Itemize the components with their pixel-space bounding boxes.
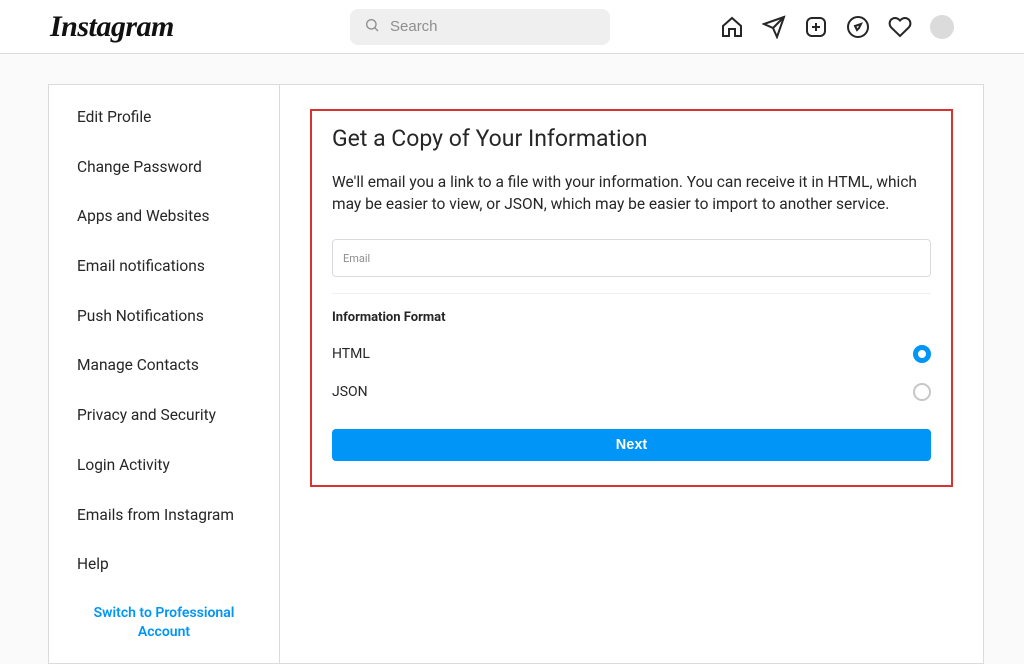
search-input[interactable]	[390, 18, 596, 35]
settings-page: Edit Profile Change Password Apps and We…	[0, 54, 1024, 664]
sidebar-item-edit-profile[interactable]: Edit Profile	[49, 93, 279, 143]
logo[interactable]: Instagram	[50, 10, 174, 44]
next-button[interactable]: Next	[332, 429, 931, 461]
search-icon	[364, 17, 380, 37]
settings-sidebar: Edit Profile Change Password Apps and We…	[48, 84, 280, 664]
sidebar-item-help[interactable]: Help	[49, 540, 279, 590]
top-nav: Instagram	[0, 0, 1024, 54]
settings-content: Get a Copy of Your Information We'll ema…	[280, 84, 984, 664]
format-section-label: Information Format	[332, 310, 931, 325]
sidebar-item-change-password[interactable]: Change Password	[49, 143, 279, 193]
format-option-html[interactable]: HTML	[332, 339, 931, 377]
email-field[interactable]: Email	[332, 239, 931, 277]
sidebar-item-emails-from-instagram[interactable]: Emails from Instagram	[49, 491, 279, 541]
radio-json[interactable]	[913, 383, 931, 401]
sidebar-item-login-activity[interactable]: Login Activity	[49, 441, 279, 491]
radio-html[interactable]	[913, 345, 931, 363]
sidebar-item-privacy-security[interactable]: Privacy and Security	[49, 391, 279, 441]
avatar[interactable]	[930, 15, 954, 39]
search-box[interactable]	[350, 9, 610, 45]
format-option-html-label: HTML	[332, 346, 370, 362]
new-post-icon[interactable]	[804, 15, 828, 39]
home-icon[interactable]	[720, 15, 744, 39]
activity-icon[interactable]	[888, 15, 912, 39]
search-wrap	[350, 9, 610, 45]
format-option-json[interactable]: JSON	[332, 377, 931, 415]
sidebar-item-manage-contacts[interactable]: Manage Contacts	[49, 341, 279, 391]
sidebar-item-email-notifications[interactable]: Email notifications	[49, 242, 279, 292]
download-data-panel: Get a Copy of Your Information We'll ema…	[310, 109, 953, 487]
divider	[332, 293, 931, 294]
switch-to-professional-link[interactable]: Switch to Professional Account	[49, 590, 279, 657]
page-description: We'll email you a link to a file with yo…	[332, 172, 931, 215]
messages-icon[interactable]	[762, 15, 786, 39]
explore-icon[interactable]	[846, 15, 870, 39]
email-label: Email	[343, 252, 370, 265]
sidebar-item-push-notifications[interactable]: Push Notifications	[49, 292, 279, 342]
format-option-json-label: JSON	[332, 384, 368, 400]
nav-icons	[610, 15, 1004, 39]
page-title: Get a Copy of Your Information	[332, 125, 931, 152]
logo-wrap: Instagram	[20, 10, 350, 44]
sidebar-item-apps-websites[interactable]: Apps and Websites	[49, 192, 279, 242]
